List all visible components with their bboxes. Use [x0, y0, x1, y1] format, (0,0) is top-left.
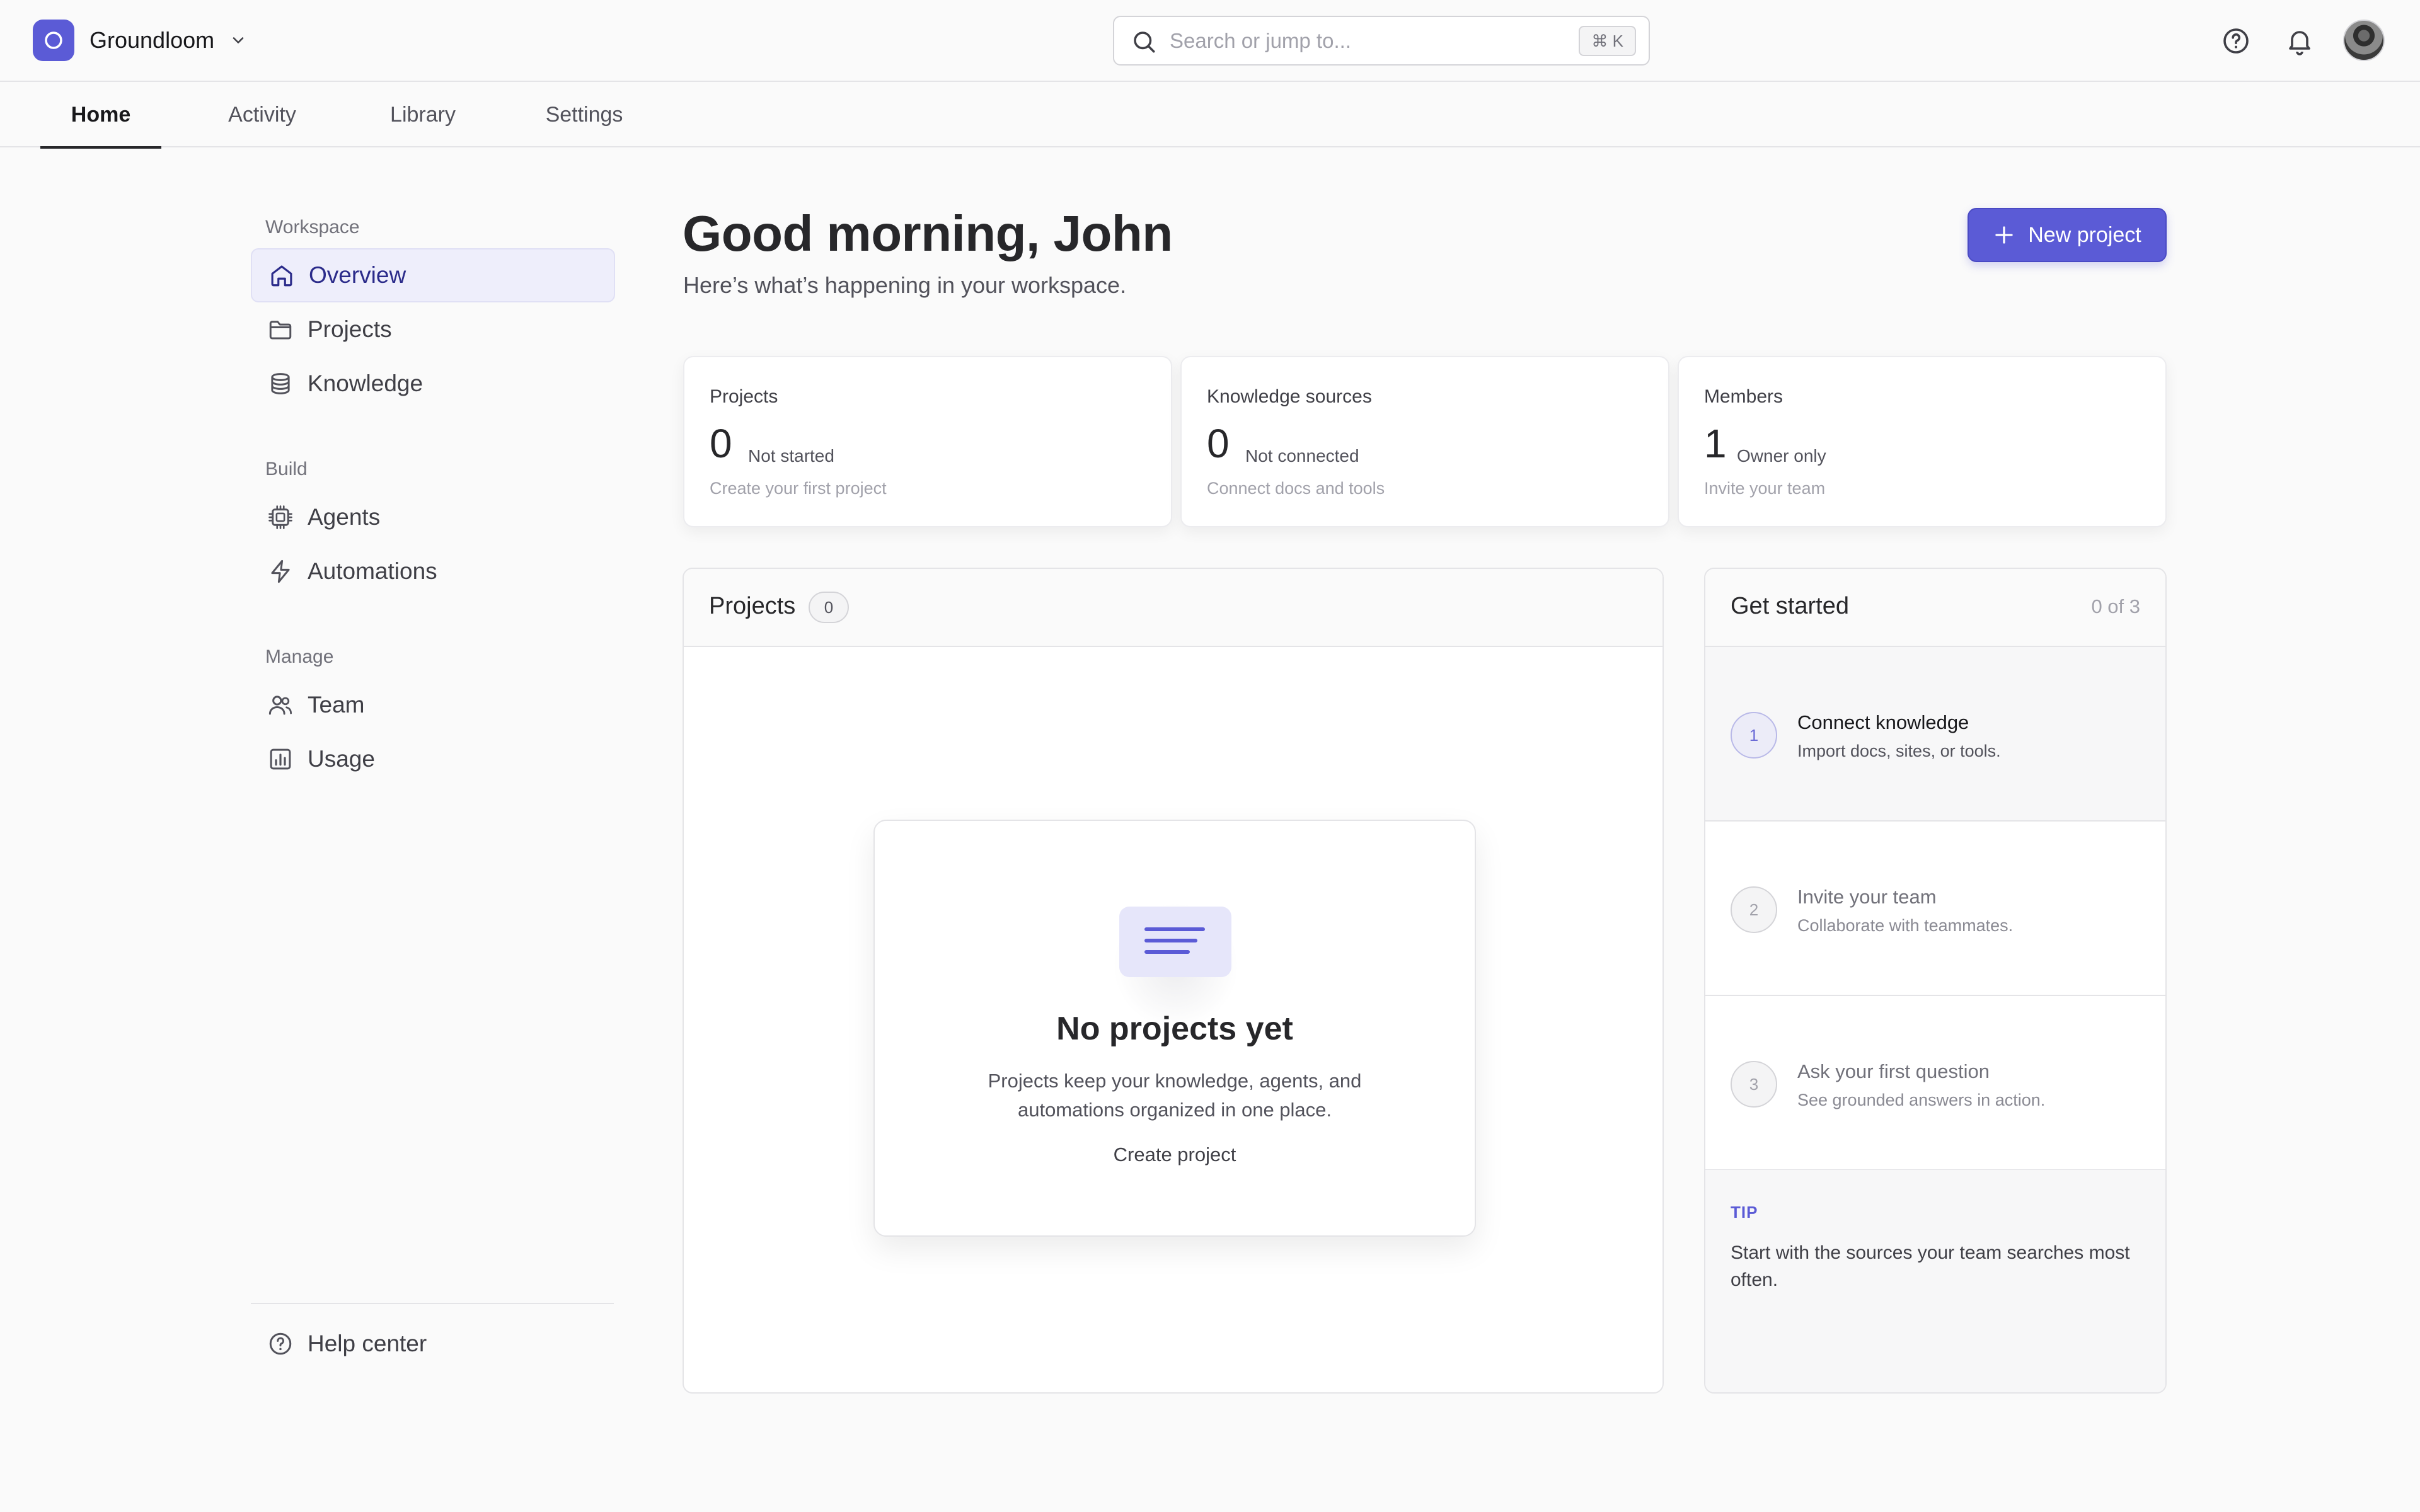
empty-state: No projects yet Projects keep your knowl…: [873, 820, 1476, 1237]
get-started-panel: Get started 0 of 3 1 Connect knowledge I…: [1704, 568, 2167, 1394]
stat-hint: Connect docs and tools: [1207, 479, 1385, 498]
help-circle-icon: [267, 1331, 294, 1357]
stat-hint: Invite your team: [1704, 479, 1826, 498]
sidebar-item-agents[interactable]: Agents: [251, 490, 615, 544]
page-title: Good morning, John: [683, 205, 1173, 261]
top-bar: Groundloom ⌘ K: [0, 0, 2420, 82]
projects-count-badge: 0: [809, 592, 849, 623]
stat-status: Owner only: [1737, 446, 1826, 466]
stat-value: 0: [1207, 421, 1230, 466]
step-title: Connect knowledge: [1797, 711, 1969, 733]
search-bar[interactable]: ⌘ K: [1113, 16, 1650, 66]
sidebar-item-knowledge[interactable]: Knowledge: [251, 357, 615, 411]
sidebar-item-label: Help center: [308, 1331, 427, 1356]
sidebar-section-manage: Manage: [265, 646, 334, 667]
tip-text: Start with the sources your team searche…: [1731, 1242, 2130, 1290]
home-icon: [268, 262, 295, 289]
tab-settings[interactable]: Settings: [537, 82, 631, 147]
stat-card-members: Members 1 Owner only Invite your team: [1678, 356, 2167, 527]
stat-status: Not started: [748, 446, 834, 466]
search-input[interactable]: [1170, 26, 1548, 56]
stat-card-knowledge-sources: Knowledge sources 0 Not connected Connec…: [1180, 356, 1669, 527]
step-description: See grounded answers in action.: [1797, 1091, 2046, 1109]
sidebar-item-usage[interactable]: Usage: [251, 732, 615, 786]
tip-label: TIP: [1731, 1203, 1758, 1222]
folder-icon: [267, 316, 294, 343]
step-description: Collaborate with teammates.: [1797, 916, 2014, 935]
projects-panel: Projects 0 No projects yet Projects keep…: [683, 568, 1664, 1394]
step-number: 1: [1731, 712, 1777, 759]
page-subtitle: Here’s what’s happening in your workspac…: [683, 272, 1127, 298]
step-connect-knowledge[interactable]: 1 Connect knowledge Import docs, sites, …: [1705, 647, 2165, 822]
get-started-header: Get started 0 of 3: [1705, 569, 2165, 647]
lightning-icon: [267, 558, 294, 585]
sidebar-item-team[interactable]: Team: [251, 678, 615, 732]
projects-panel-title: Projects: [709, 593, 796, 619]
sidebar-item-help-center[interactable]: Help center: [251, 1317, 615, 1371]
projects-panel-header: Projects 0: [684, 569, 1662, 647]
stat-value: 0: [710, 421, 732, 466]
get-started-title: Get started: [1731, 593, 1849, 619]
main-tabs: Home Activity Library Settings: [0, 82, 2420, 149]
bell-icon[interactable]: [2285, 26, 2315, 56]
sidebar-divider: [251, 1303, 614, 1304]
chip-icon: [267, 504, 294, 530]
groundloom-logo-icon: [33, 20, 74, 61]
tab-library[interactable]: Library: [376, 82, 470, 147]
plus-icon: [1993, 224, 2028, 246]
new-project-button[interactable]: New project: [1968, 208, 2167, 262]
search-icon: [1131, 28, 1157, 55]
new-project-label: New project: [2028, 222, 2141, 247]
stat-label: Members: [1704, 386, 1783, 407]
document-lines-icon: [1119, 907, 1231, 977]
search-shortcut-badge: ⌘ K: [1579, 26, 1636, 56]
step-ask-question[interactable]: 3 Ask your first question See grounded a…: [1705, 996, 2165, 1171]
users-icon: [267, 692, 294, 718]
empty-state-title: No projects yet: [1056, 1011, 1293, 1047]
sidebar-item-label: Overview: [309, 262, 406, 288]
sidebar-item-label: Usage: [308, 746, 375, 772]
sidebar-item-automations[interactable]: Automations: [251, 544, 615, 598]
sidebar-section-build: Build: [265, 459, 308, 479]
stat-card-projects: Projects 0 Not started Create your first…: [683, 356, 1172, 527]
tab-home[interactable]: Home: [40, 82, 161, 149]
stat-status: Not connected: [1245, 446, 1359, 466]
tab-activity[interactable]: Activity: [212, 82, 313, 147]
get-started-progress: 0 of 3: [2091, 595, 2140, 617]
sidebar-item-label: Knowledge: [308, 370, 424, 396]
chevron-down-icon: [229, 32, 247, 49]
stat-label: Knowledge sources: [1207, 386, 1372, 407]
stat-hint: Create your first project: [710, 479, 887, 498]
user-avatar[interactable]: [2343, 20, 2385, 61]
empty-state-description: Projects keep your knowledge, agents, an…: [988, 1070, 1362, 1121]
sidebar-item-projects[interactable]: Projects: [251, 302, 615, 357]
step-number: 2: [1731, 886, 1777, 933]
step-title: Ask your first question: [1797, 1060, 1990, 1082]
step-number: 3: [1731, 1061, 1777, 1108]
database-icon: [267, 370, 294, 397]
sidebar-item-overview[interactable]: Overview: [251, 248, 615, 302]
workspace-switcher[interactable]: Groundloom: [33, 20, 247, 61]
sidebar-item-label: Agents: [308, 504, 381, 530]
sidebar-item-label: Team: [308, 692, 365, 718]
sidebar-section-workspace: Workspace: [265, 217, 360, 238]
sidebar-item-label: Automations: [308, 558, 437, 584]
help-circle-icon[interactable]: [2221, 26, 2251, 56]
tip-box: TIP Start with the sources your team sea…: [1705, 1170, 2165, 1392]
workspace-name: Groundloom: [89, 27, 215, 53]
create-project-link[interactable]: Create project: [875, 1143, 1475, 1166]
stat-value: 1: [1704, 421, 1727, 466]
step-title: Invite your team: [1797, 886, 1937, 908]
step-description: Import docs, sites, or tools.: [1797, 742, 2001, 760]
bar-chart-icon: [267, 746, 294, 772]
sidebar-item-label: Projects: [308, 316, 392, 342]
step-invite-team[interactable]: 2 Invite your team Collaborate with team…: [1705, 822, 2165, 996]
stat-label: Projects: [710, 386, 778, 407]
